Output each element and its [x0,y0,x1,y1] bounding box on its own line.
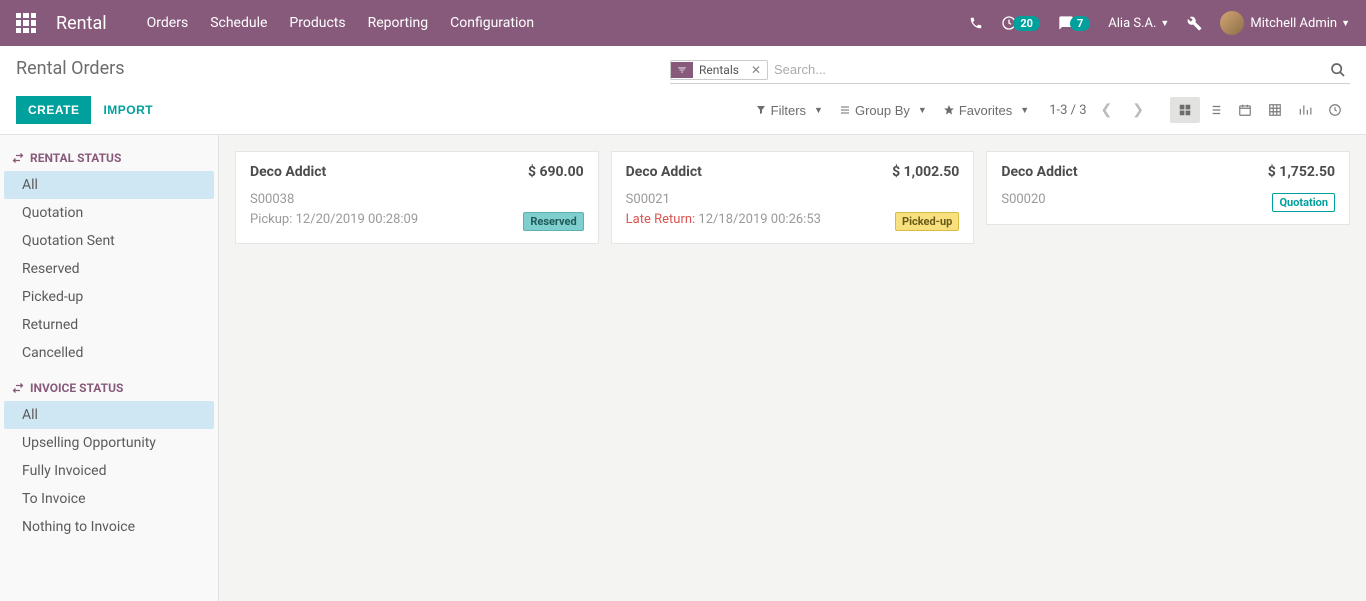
switch-user[interactable]: Alia S.A. ▼ [1108,16,1169,31]
sidebar-item[interactable]: Quotation Sent [4,227,214,255]
card-customer: Deco Addict [1001,164,1077,180]
messages-icon[interactable]: 7 [1058,15,1090,31]
card-ref: S00021 [626,190,960,210]
main-area: RENTAL STATUS AllQuotationQuotation Sent… [0,135,1366,601]
caret-down-icon: ▼ [1341,18,1350,29]
card-amount: $ 1,752.50 [1268,164,1335,180]
filters-button[interactable]: Filters ▼ [755,103,823,118]
avatar [1220,11,1244,35]
card-ref: S00038 [250,190,584,210]
pager-prev[interactable]: ❮ [1095,98,1119,122]
create-button[interactable]: CREATE [16,96,91,124]
nav-orders[interactable]: Orders [147,15,189,31]
caret-down-icon: ▼ [918,105,927,115]
card-amount: $ 1,002.50 [892,164,959,180]
favorites-label: Favorites [959,103,1012,118]
view-kanban[interactable] [1170,97,1200,123]
app-brand[interactable]: Rental [56,13,107,34]
filters-label: Filters [771,103,806,118]
activity-count: 20 [1013,16,1040,31]
pager-text: 1-3 / 3 [1049,103,1086,118]
sidebar-item[interactable]: Upselling Opportunity [4,429,214,457]
import-button[interactable]: IMPORT [91,96,165,124]
favorites-button[interactable]: Favorites ▼ [943,103,1029,118]
sidebar-item[interactable]: Returned [4,311,214,339]
facet-label: Rentals [693,61,745,79]
switch-user-label: Alia S.A. [1108,16,1156,31]
search-input[interactable] [768,58,1326,81]
groupby-label: Group By [855,103,910,118]
sidebar-item[interactable]: Quotation [4,199,214,227]
kanban-card[interactable]: Deco Addict$ 690.00S00038Pickup: 12/20/2… [235,151,599,244]
facet-remove[interactable]: ✕ [745,61,767,79]
caret-down-icon: ▼ [1020,105,1029,115]
activity-icon[interactable]: 20 [1001,15,1040,31]
sidebar-item[interactable]: Reserved [4,255,214,283]
pager: 1-3 / 3 ❮ ❯ [1049,98,1150,122]
search-icon[interactable] [1326,62,1350,78]
view-list[interactable] [1200,97,1230,123]
caret-down-icon: ▼ [814,105,823,115]
sidebar-header-label: RENTAL STATUS [30,151,121,165]
page-title: Rental Orders [16,58,125,79]
view-switcher [1170,97,1350,123]
view-pivot[interactable] [1260,97,1290,123]
sidebar-item[interactable]: Fully Invoiced [4,457,214,485]
sidebar-item[interactable]: All [4,171,214,199]
top-navbar: Rental Orders Schedule Products Reportin… [0,0,1366,46]
sidebar-item[interactable]: To Invoice [4,485,214,513]
control-panel: Rental Orders Rentals ✕ CREATE IMPORT Fi… [0,46,1366,135]
user-name: Mitchell Admin [1250,16,1337,31]
kanban-area: Deco Addict$ 690.00S00038Pickup: 12/20/2… [219,135,1366,601]
caret-down-icon: ▼ [1160,18,1169,29]
nav-reporting[interactable]: Reporting [368,15,429,31]
sidebar-item[interactable]: Picked-up [4,283,214,311]
sidebar: RENTAL STATUS AllQuotationQuotation Sent… [0,135,219,601]
view-activity[interactable] [1320,97,1350,123]
sidebar-header-invoice-status[interactable]: INVOICE STATUS [4,373,214,401]
card-amount: $ 690.00 [528,164,584,180]
nav-configuration[interactable]: Configuration [450,15,534,31]
user-menu[interactable]: Mitchell Admin ▼ [1220,11,1350,35]
search-bar[interactable]: Rentals ✕ [670,58,1350,84]
view-graph[interactable] [1290,97,1320,123]
apps-icon[interactable] [16,13,36,33]
debug-icon[interactable] [1187,16,1202,31]
card-customer: Deco Addict [626,164,702,180]
kanban-card[interactable]: Deco Addict$ 1,002.50S00021Late Return: … [611,151,975,244]
sidebar-header-rental-status[interactable]: RENTAL STATUS [4,143,214,171]
sidebar-item[interactable]: Cancelled [4,339,214,367]
sidebar-item[interactable]: All [4,401,214,429]
filter-icon [671,62,693,78]
nav-menu: Orders Schedule Products Reporting Confi… [147,15,534,31]
view-calendar[interactable] [1230,97,1260,123]
nav-products[interactable]: Products [289,15,345,31]
sidebar-header-label: INVOICE STATUS [30,381,123,395]
message-count: 7 [1070,16,1090,31]
kanban-card[interactable]: Deco Addict$ 1,752.50S00020Quotation [986,151,1350,225]
groupby-button[interactable]: Group By ▼ [839,103,927,118]
status-tag: Picked-up [895,212,959,231]
pager-next[interactable]: ❯ [1126,98,1150,122]
status-tag: Quotation [1272,193,1335,212]
nav-schedule[interactable]: Schedule [210,15,267,31]
card-customer: Deco Addict [250,164,326,180]
phone-icon[interactable] [969,16,983,30]
status-tag: Reserved [523,212,583,231]
search-facet: Rentals ✕ [670,60,768,80]
sidebar-item[interactable]: Nothing to Invoice [4,513,214,541]
